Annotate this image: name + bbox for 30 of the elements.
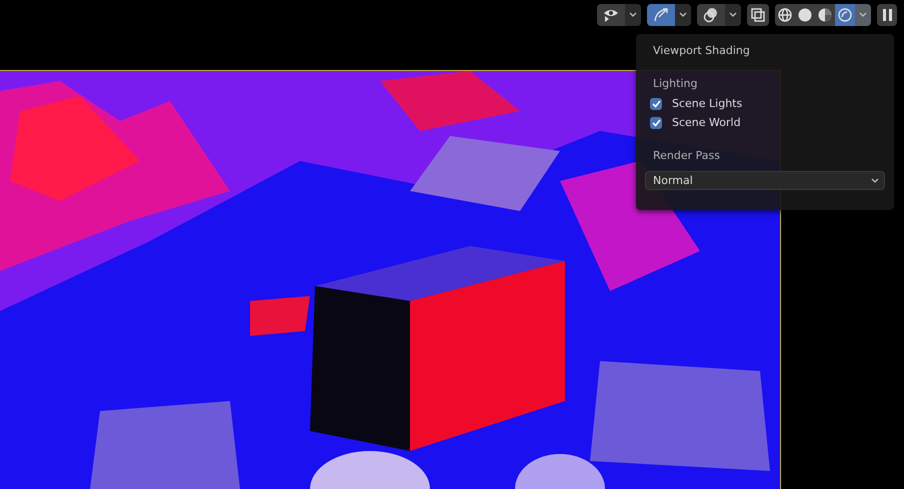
checkbox[interactable] <box>650 98 662 110</box>
section-heading: Lighting <box>652 77 698 90</box>
shaded-sphere-icon <box>818 8 832 22</box>
overlay-button[interactable] <box>697 4 725 26</box>
caret-icon <box>859 12 867 18</box>
checkbox-label: Scene World <box>672 116 741 129</box>
glossy-sphere-icon <box>838 8 852 22</box>
wireframe-shading-button[interactable] <box>775 4 795 26</box>
field-label: Render Pass <box>652 149 721 162</box>
visibility-button[interactable] <box>597 4 625 26</box>
arrow-arc-icon <box>653 6 669 23</box>
solid-sphere-icon <box>798 8 812 22</box>
xray-icon <box>751 8 765 22</box>
material-shading-button[interactable] <box>815 4 835 26</box>
gizmo-button[interactable] <box>647 4 675 26</box>
rendered-shading-button[interactable] <box>835 4 855 26</box>
eye-icon <box>603 8 619 22</box>
pause-button[interactable] <box>877 4 897 26</box>
caret-icon <box>871 178 879 183</box>
wire-sphere-icon <box>778 8 792 22</box>
popover-title: Viewport Shading <box>652 44 751 57</box>
caret-icon <box>729 12 737 18</box>
render-pass-dropdown[interactable]: Normal <box>645 171 885 190</box>
dropdown-button[interactable] <box>855 4 871 26</box>
checkbox[interactable] <box>650 116 662 128</box>
checkbox-label: Scene Lights <box>672 97 742 110</box>
caret-icon <box>629 12 637 18</box>
xray-toggle-button[interactable] <box>747 4 769 26</box>
caret-icon <box>679 12 687 18</box>
overlapping-circles-icon <box>703 6 719 23</box>
